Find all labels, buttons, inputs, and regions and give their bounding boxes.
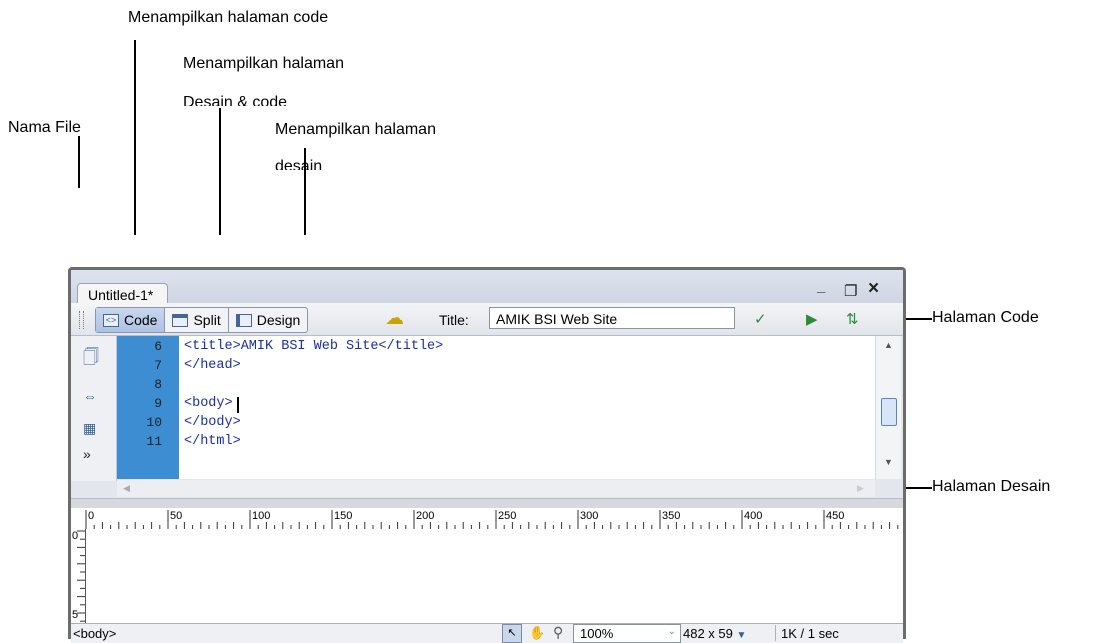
- validate-icon[interactable]: ✓: [754, 310, 767, 328]
- annotation-file-name: Nama File: [8, 119, 81, 136]
- design-view-icon: [235, 313, 252, 327]
- design-view-label: Design: [256, 312, 301, 328]
- ruler-label: 100: [252, 510, 271, 522]
- ruler-label: 300: [580, 510, 599, 522]
- annotation-code-view: Menampilkan halaman code: [128, 9, 329, 26]
- chevron-down-icon: ⌄: [667, 626, 676, 637]
- vertical-ruler-label: 0: [72, 530, 79, 542]
- annotation-design-view-line2: desain: [275, 158, 323, 170]
- code-line-10[interactable]: </body>: [184, 415, 241, 430]
- scroll-down-icon[interactable]: ▼: [884, 457, 893, 467]
- status-bar: <body> ↖ ✋ ⚲ 100% ⌄ 482 x 59 ▼ 1K / 1 se…: [71, 623, 903, 643]
- split-view-icon: [172, 313, 189, 327]
- code-line-7[interactable]: </head>: [184, 358, 241, 373]
- line-number: 10: [146, 415, 162, 430]
- annotation-split-view-line2: Desain & code: [183, 94, 288, 106]
- code-line-9[interactable]: <body>: [184, 396, 233, 411]
- page-title-input[interactable]: AMIK BSI Web Site: [489, 307, 735, 329]
- line-number: 7: [154, 358, 162, 373]
- title-label: Title:: [439, 312, 469, 328]
- file-transfer-icon[interactable]: ⇅: [846, 310, 859, 328]
- ruler-label: 50: [170, 510, 183, 522]
- document-window: Untitled-1* _ ❐ × <> Code Split Design ☁…: [68, 267, 906, 643]
- ruler-label: 350: [662, 510, 681, 522]
- vertical-ruler-label: 5: [72, 609, 79, 621]
- close-icon[interactable]: ×: [868, 278, 879, 300]
- line-number-gutter: 6 7 8 9 10 11: [117, 336, 179, 479]
- zoom-tool-icon[interactable]: ⚲: [553, 624, 563, 641]
- code-view-button[interactable]: <> Code: [96, 308, 166, 332]
- line-number: 8: [154, 377, 162, 392]
- scrollbar-thumb[interactable]: [881, 398, 897, 426]
- ruler-label: 450: [826, 510, 845, 522]
- open-documents-icon[interactable]: 🗍: [83, 346, 99, 373]
- annotation-code-pane: Halaman Code: [932, 309, 1039, 326]
- minimize-button[interactable]: _: [817, 278, 825, 295]
- scroll-right-icon[interactable]: ▶: [857, 483, 864, 494]
- ruler-label: 150: [334, 510, 353, 522]
- text-cursor: [237, 397, 239, 413]
- pointer-code-view: [134, 40, 136, 235]
- ruler-label: 200: [416, 510, 435, 522]
- document-toolbar: <> Code Split Design ☁ Title: AMIK BSI W…: [71, 303, 903, 336]
- collapse-selection-icon[interactable]: ▦: [83, 420, 96, 437]
- view-buttons: <> Code Split Design: [95, 307, 309, 333]
- split-view-button[interactable]: Split: [165, 308, 229, 332]
- select-tool-icon[interactable]: ↖: [502, 624, 522, 643]
- ruler-label: 0: [88, 510, 95, 522]
- vertical-ruler: 0 5: [71, 529, 86, 623]
- scroll-up-icon[interactable]: ▲: [884, 340, 893, 350]
- design-view-button[interactable]: Design: [229, 308, 308, 332]
- preview-icon[interactable]: ▶: [806, 310, 818, 328]
- zoom-select[interactable]: 100% ⌄: [573, 624, 681, 643]
- toolbar-grip-icon[interactable]: [79, 311, 84, 329]
- code-editor[interactable]: <title>AMIK BSI Web Site</title> </head>…: [179, 336, 875, 479]
- line-number: 9: [154, 396, 162, 411]
- code-line-11[interactable]: </html>: [184, 434, 241, 449]
- split-view-label: Split: [193, 312, 221, 328]
- line-number: 6: [154, 339, 162, 354]
- live-data-icon[interactable]: ☁: [385, 307, 404, 330]
- annotation-design-view-line1: Menampilkan halaman: [275, 121, 436, 138]
- code-vertical-scrollbar[interactable]: ▲ ▼: [875, 336, 901, 479]
- ruler-ticks: [85, 510, 899, 529]
- code-horizontal-scrollbar[interactable]: ◀ ▶: [117, 480, 875, 497]
- line-number: 11: [146, 434, 162, 449]
- ruler-label: 250: [498, 510, 517, 522]
- pointer-design-view: [304, 148, 306, 235]
- pointer-file-name: [78, 136, 80, 188]
- scroll-left-icon[interactable]: ◀: [123, 483, 130, 494]
- document-tab-bar: Untitled-1* _ ❐ ×: [71, 270, 903, 306]
- code-view-label: Code: [124, 312, 158, 328]
- code-line-6[interactable]: <title>AMIK BSI Web Site</title>: [184, 339, 443, 354]
- annotation-design-pane: Halaman Desain: [932, 478, 1051, 495]
- code-view-icon: <>: [103, 313, 119, 327]
- ruler-label: 400: [744, 510, 763, 522]
- more-options-icon[interactable]: »: [83, 446, 91, 462]
- document-window-body: Untitled-1* _ ❐ × <> Code Split Design ☁…: [71, 270, 903, 643]
- collapse-tag-icon[interactable]: ⇔: [83, 388, 97, 404]
- annotation-split-view-line1: Menampilkan halaman: [183, 55, 344, 72]
- pointer-split-view: [219, 108, 221, 235]
- restore-icon[interactable]: ❐: [844, 282, 857, 300]
- horizontal-ruler: 0 50 100 150 200 250 300 350 400 450: [71, 508, 903, 530]
- window-size-chevron-icon: ▼: [736, 630, 747, 641]
- coding-toolbar: 🗍 ⇔ ▦ »: [71, 336, 117, 481]
- design-canvas[interactable]: [86, 529, 903, 623]
